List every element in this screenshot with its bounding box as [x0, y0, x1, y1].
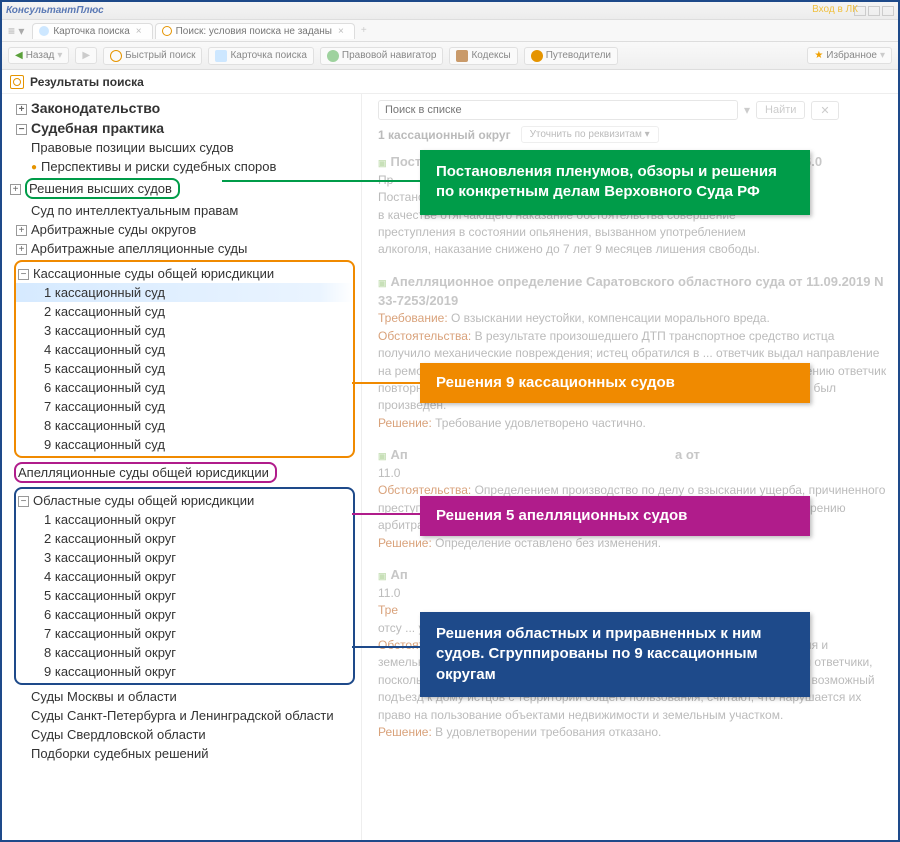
connector-purple: [352, 513, 422, 515]
close-button[interactable]: [882, 6, 894, 16]
forward-button[interactable]: ▶: [75, 47, 97, 64]
window-buttons: [854, 6, 894, 16]
favorites-button[interactable]: ★Избранное▾: [807, 47, 892, 64]
result-doc-2[interactable]: ▣Апелляционное определение Саратовского …: [378, 273, 888, 432]
okrug-2[interactable]: 2 кассационный округ: [16, 529, 353, 548]
search-icon: [162, 26, 172, 36]
titlebar: КонсультантПлюс: [2, 2, 898, 20]
close-icon[interactable]: ×: [338, 26, 344, 37]
results-title: Результаты поиска: [30, 75, 144, 89]
okrug-7[interactable]: 7 кассационный округ: [16, 624, 353, 643]
results-header: Результаты поиска: [2, 70, 898, 94]
new-tab-button[interactable]: +: [361, 25, 367, 36]
breadcrumb: 1 кассационный округ Уточнить по реквизи…: [378, 126, 888, 143]
close-icon[interactable]: ×: [136, 26, 142, 37]
search-results-icon: [10, 75, 24, 89]
kass-court-4[interactable]: 4 кассационный суд: [16, 340, 353, 359]
item-oblast-general[interactable]: −Областные суды общей юрисдикции: [16, 491, 353, 510]
group-cassation-courts: −Кассационные суды общей юрисдикции 1 ка…: [14, 260, 355, 458]
kass-court-9[interactable]: 9 кассационный суд: [16, 435, 353, 454]
kass-court-7[interactable]: 7 кассационный суд: [16, 397, 353, 416]
item-sverdlovsk-courts[interactable]: Суды Свердловской области: [6, 725, 359, 744]
tab-search-empty[interactable]: Поиск: условия поиска не заданы ×: [155, 23, 355, 39]
clarify-button[interactable]: Уточнить по реквизитам ▾: [521, 126, 659, 143]
legal-navigator-button[interactable]: Правовой навигатор: [320, 47, 444, 65]
back-button[interactable]: ◀Назад▾: [8, 47, 69, 64]
section-legislation[interactable]: +Законодательство: [6, 98, 359, 118]
crumb-label: 1 кассационный округ: [378, 128, 511, 142]
item-court-selections[interactable]: Подборки судебных решений: [6, 744, 359, 763]
item-arb-okrug[interactable]: +Арбитражные суды округов: [6, 220, 359, 239]
item-appeal-general[interactable]: Апелляционные суды общей юрисдикции: [6, 460, 359, 485]
guides-button[interactable]: Путеводители: [524, 47, 618, 65]
tab-card-search[interactable]: Карточка поиска ×: [32, 23, 152, 39]
card-search-button[interactable]: Карточка поиска: [208, 47, 313, 65]
section-judicial-practice[interactable]: −Судебная практика: [6, 118, 359, 138]
kass-court-3[interactable]: 3 кассационный суд: [16, 321, 353, 340]
connector-green: [222, 180, 422, 182]
callout-green: Постановления пленумов, обзоры и решения…: [420, 150, 810, 215]
tab-label: Карточка поиска: [53, 26, 129, 37]
kass-court-2[interactable]: 2 кассационный суд: [16, 302, 353, 321]
item-legal-positions[interactable]: Правовые позиции высших судов: [6, 138, 359, 157]
okrug-1[interactable]: 1 кассационный округ: [16, 510, 353, 529]
callout-orange: Решения 9 кассационных судов: [420, 363, 810, 403]
toolbar: ◀Назад▾ ▶ Быстрый поиск Карточка поиска …: [2, 42, 898, 70]
kass-court-5[interactable]: 5 кассационный суд: [16, 359, 353, 378]
kass-court-6[interactable]: 6 кассационный суд: [16, 378, 353, 397]
find-button[interactable]: Найти: [756, 101, 805, 119]
login-hint[interactable]: Вход в ЛК: [812, 4, 858, 15]
item-moscow-courts[interactable]: Суды Москвы и области: [6, 687, 359, 706]
filter-row: ▾ Найти ✕: [378, 100, 888, 120]
item-ip-court[interactable]: Суд по интеллектуальным правам: [6, 201, 359, 220]
group-oblast-courts: −Областные суды общей юрисдикции 1 касса…: [14, 487, 355, 685]
tab-label: Поиск: условия поиска не заданы: [176, 26, 332, 37]
item-cassation-general[interactable]: −Кассационные суды общей юрисдикции: [16, 264, 353, 283]
menu-icon[interactable]: ≡ ▾: [8, 24, 24, 38]
okrug-6[interactable]: 6 кассационный округ: [16, 605, 353, 624]
sidebar-tree[interactable]: +Законодательство −Судебная практика Пра…: [2, 94, 362, 840]
okrug-5[interactable]: 5 кассационный округ: [16, 586, 353, 605]
callout-purple: Решения 5 апелляционных судов: [420, 496, 810, 536]
kass-court-8[interactable]: 8 кассационный суд: [16, 416, 353, 435]
item-spb-courts[interactable]: Суды Санкт-Петербурга и Ленинградской об…: [6, 706, 359, 725]
tab-icon: [39, 26, 49, 36]
item-arb-appeal[interactable]: +Арбитражные апелляционные суды: [6, 239, 359, 258]
tabstrip: ≡ ▾ Карточка поиска × Поиск: условия пои…: [2, 20, 898, 42]
clear-button[interactable]: ✕: [811, 101, 838, 120]
item-risks[interactable]: ●Перспективы и риски судебных споров: [6, 157, 359, 176]
codex-button[interactable]: Кодексы: [449, 47, 517, 65]
okrug-4[interactable]: 4 кассационный округ: [16, 567, 353, 586]
okrug-3[interactable]: 3 кассационный округ: [16, 548, 353, 567]
connector-blue: [352, 646, 422, 648]
okrug-8[interactable]: 8 кассационный округ: [16, 643, 353, 662]
connector-orange: [352, 382, 422, 384]
max-button[interactable]: [868, 6, 880, 16]
app-name: КонсультантПлюс: [6, 5, 104, 16]
quick-search-button[interactable]: Быстрый поиск: [103, 47, 202, 65]
list-search-input[interactable]: [378, 100, 738, 120]
okrug-9[interactable]: 9 кассационный округ: [16, 662, 353, 681]
kass-court-1[interactable]: 1 кассационный суд: [16, 283, 353, 302]
callout-blue: Решения областных и приравненных к ним с…: [420, 612, 810, 697]
